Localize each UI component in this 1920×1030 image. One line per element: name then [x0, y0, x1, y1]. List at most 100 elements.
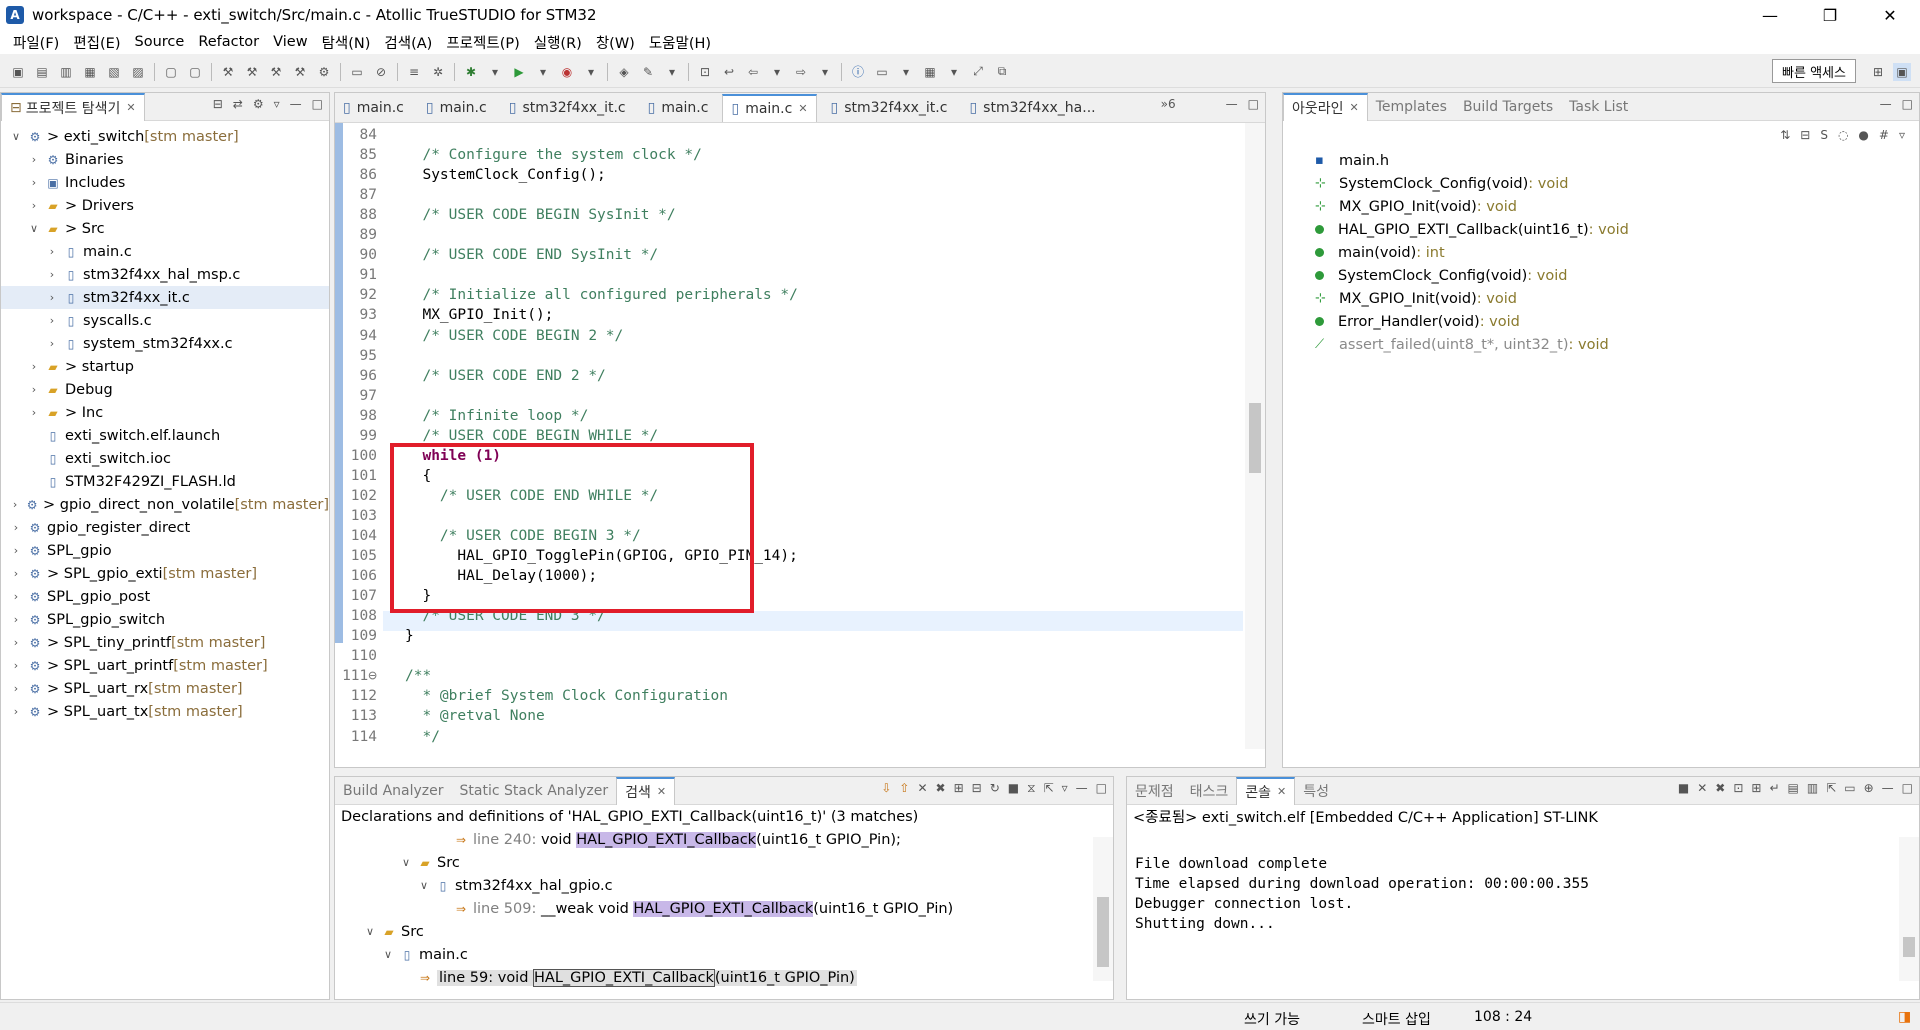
- menu-item[interactable]: 편집(E): [66, 32, 127, 53]
- expand-toggle-icon[interactable]: ›: [9, 521, 23, 534]
- new-icon[interactable]: ▣: [9, 63, 27, 81]
- minimize-icon[interactable]: —: [290, 97, 302, 111]
- hide-fields-icon[interactable]: ⊟: [1800, 128, 1810, 142]
- code-line[interactable]: SystemClock_Config();: [405, 167, 605, 183]
- code-line[interactable]: }: [405, 628, 414, 644]
- remove-match-icon[interactable]: ✕: [917, 781, 927, 796]
- dropdown-icon[interactable]: ▾: [897, 63, 915, 81]
- menu-item[interactable]: 실행(R): [527, 32, 589, 53]
- search-result-row[interactable]: ∨ ▯ main.c: [335, 943, 1113, 966]
- tab-search-view[interactable]: 검색 ✕: [616, 776, 676, 805]
- code-line[interactable]: * @brief System Clock Configuration: [405, 688, 728, 704]
- maximize-icon[interactable]: □: [1096, 781, 1107, 796]
- expand-toggle-icon[interactable]: ∨: [399, 856, 413, 869]
- outline-item[interactable]: ⊹ MX_GPIO_Init(void) : void: [1283, 287, 1919, 310]
- outline-item[interactable]: SystemClock_Config(void) : void: [1283, 264, 1919, 287]
- console-scrollbar[interactable]: [1899, 837, 1919, 981]
- search-result-row[interactable]: ∨ ▯ stm32f4xx_hal_gpio.c: [335, 874, 1113, 897]
- tab-outline[interactable]: Templates: [1368, 93, 1455, 121]
- close-icon[interactable]: ✕: [798, 102, 807, 115]
- info-icon[interactable]: ⓘ: [849, 63, 867, 81]
- menu-item[interactable]: 도움말(H): [642, 32, 718, 53]
- code-line[interactable]: /* USER CODE BEGIN 2 */: [405, 328, 623, 344]
- paste-icon[interactable]: ▢: [186, 63, 204, 81]
- view-menu-icon[interactable]: ▿: [1062, 781, 1068, 796]
- tree-item[interactable]: › ▰ > startup: [1, 355, 329, 378]
- dropdown-icon[interactable]: ▾: [663, 63, 681, 81]
- tab-editor-file[interactable]: ▯ main.c: [335, 94, 412, 122]
- view-menu-icon[interactable]: ▿: [1899, 128, 1905, 142]
- search-result-row[interactable]: ⇒ line 59: void HAL_GPIO_EXTI_Callback(ui…: [335, 966, 1113, 989]
- menu-item[interactable]: 검색(A): [377, 32, 439, 53]
- tree-item[interactable]: › ▰ > Inc: [1, 401, 329, 424]
- prev-match-icon[interactable]: ⇧: [899, 781, 909, 796]
- tree-item[interactable]: › ▯ stm32f4xx_it.c: [1, 286, 329, 309]
- import-icon[interactable]: ▧: [105, 63, 123, 81]
- code-line[interactable]: /* USER CODE BEGIN WHILE */: [405, 428, 658, 444]
- save-icon[interactable]: ▤: [33, 63, 51, 81]
- forward-icon[interactable]: ⇨: [792, 63, 810, 81]
- tab-outline[interactable]: Task List: [1561, 93, 1636, 121]
- code-line[interactable]: /* USER CODE END 2 */: [405, 368, 605, 384]
- expand-toggle-icon[interactable]: ∨: [27, 222, 41, 235]
- code-line[interactable]: /* Infinite loop */: [405, 408, 588, 424]
- expand-toggle-icon[interactable]: ›: [27, 406, 41, 419]
- search-icon[interactable]: ✎: [639, 63, 657, 81]
- outline-item[interactable]: ⊹ MX_GPIO_Init(void) : void: [1283, 195, 1919, 218]
- close-icon[interactable]: ✕: [126, 101, 135, 114]
- tab-console-view[interactable]: 문제점: [1127, 777, 1182, 805]
- minimize-icon[interactable]: —: [1226, 97, 1238, 111]
- close-icon[interactable]: ✕: [1277, 785, 1286, 798]
- expand-toggle-icon[interactable]: ›: [45, 268, 59, 281]
- expand-toggle-icon[interactable]: ›: [9, 590, 23, 603]
- code-line[interactable]: * @retval None: [405, 708, 544, 724]
- code-line[interactable]: /* Configure the system clock */: [405, 147, 701, 163]
- build-all-icon[interactable]: ⚒: [243, 63, 261, 81]
- tree-item[interactable]: › ⚙ > SPL_uart_rx [stm master]: [1, 677, 329, 700]
- grid-icon[interactable]: ▦: [921, 63, 939, 81]
- external-tools-icon[interactable]: ◉: [558, 63, 576, 81]
- expand-toggle-icon[interactable]: ›: [27, 383, 41, 396]
- export-icon[interactable]: ▨: [129, 63, 147, 81]
- menu-item[interactable]: 프로젝트(P): [439, 32, 526, 53]
- tab-outline[interactable]: 아웃라인 ✕: [1283, 92, 1368, 121]
- group-icon[interactable]: #: [1879, 128, 1889, 142]
- outline-item[interactable]: ▪ main.h: [1283, 149, 1919, 172]
- next-match-icon[interactable]: ⇩: [881, 781, 891, 796]
- link-editor-icon[interactable]: ⇄: [233, 97, 243, 111]
- tree-item[interactable]: ∨ ⚙ > exti_switch [stm master]: [1, 125, 329, 148]
- expand-toggle-icon[interactable]: ›: [27, 360, 41, 373]
- tab-overflow-indicator[interactable]: »6: [1161, 97, 1176, 111]
- pin-console-icon[interactable]: ⇱: [1826, 781, 1836, 795]
- search-result-row[interactable]: ⇒ line 509: __weak void HAL_GPIO_EXTI_Cal…: [335, 897, 1113, 920]
- expand-toggle-icon[interactable]: ∨: [363, 925, 377, 938]
- tab-editor-file[interactable]: ▯ main.c ✕: [722, 93, 817, 122]
- remove-all-icon[interactable]: ✖: [936, 781, 946, 796]
- expand-toggle-icon[interactable]: ›: [45, 291, 59, 304]
- code-area[interactable]: 84 85 /* Configure the system clock */86 …: [335, 123, 1243, 749]
- sparkle-icon[interactable]: ✲: [429, 63, 447, 81]
- tree-item[interactable]: › ⚙ gpio_register_direct: [1, 516, 329, 539]
- open-console-icon[interactable]: ⊕: [1864, 781, 1874, 795]
- tree-item[interactable]: › ▰ > Drivers: [1, 194, 329, 217]
- expand-toggle-icon[interactable]: ∨: [381, 948, 395, 961]
- annotation-icon[interactable]: ⊡: [696, 63, 714, 81]
- dropdown-icon[interactable]: ▾: [486, 63, 504, 81]
- dropdown-icon[interactable]: ▾: [534, 63, 552, 81]
- code-line[interactable]: /**: [405, 668, 431, 684]
- minimize-icon[interactable]: —: [1076, 781, 1088, 796]
- expand-toggle-icon[interactable]: ›: [9, 498, 21, 511]
- tree-item[interactable]: ▯ exti_switch.elf.launch: [1, 424, 329, 447]
- tree-item[interactable]: › ⚙ > gpio_direct_non_volatile [stm master…: [1, 493, 329, 516]
- copy-icon[interactable]: ▢: [162, 63, 180, 81]
- remove-all-launches-icon[interactable]: ✖: [1715, 781, 1725, 795]
- show-stdout-icon[interactable]: ▤: [1788, 781, 1799, 795]
- tab-console-view[interactable]: 특성: [1295, 777, 1337, 805]
- build-settings-icon[interactable]: ⚙: [315, 63, 333, 81]
- outline-item[interactable]: ⊹ SystemClock_Config(void) : void: [1283, 172, 1919, 195]
- open-type-icon[interactable]: ◈: [615, 63, 633, 81]
- expand-toggle-icon[interactable]: ›: [9, 613, 23, 626]
- expand-toggle-icon[interactable]: ›: [27, 176, 41, 189]
- expand-toggle-icon[interactable]: ∨: [417, 879, 431, 892]
- ioc-icon[interactable]: ⧉: [993, 63, 1011, 81]
